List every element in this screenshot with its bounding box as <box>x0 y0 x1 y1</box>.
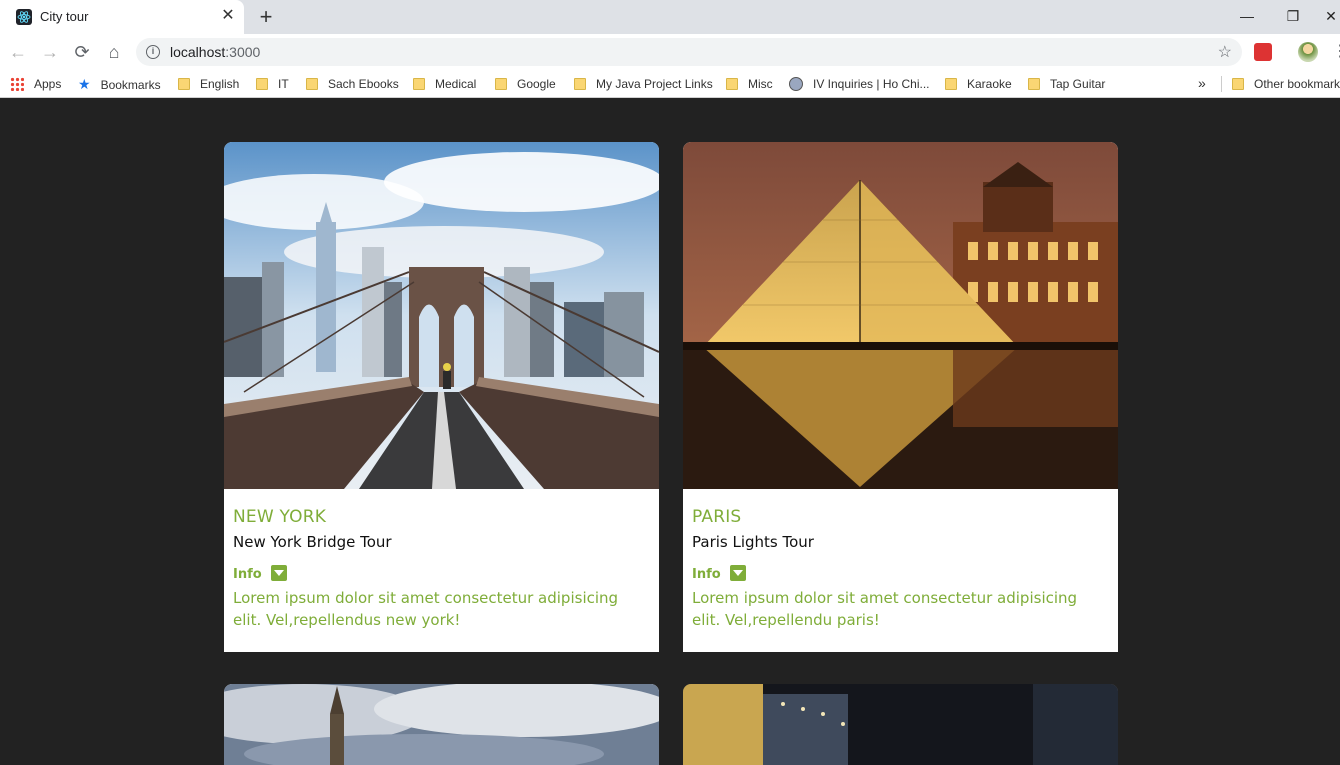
url-host: localhost <box>170 44 226 60</box>
tour-description: Lorem ipsum dolor sit amet consectetur a… <box>233 589 619 629</box>
bookmark-folder[interactable]: My Java Project Links <box>574 76 713 92</box>
folder-icon <box>306 78 318 90</box>
bookmark-label: IT <box>278 77 289 91</box>
tour-card: PARIS Paris Lights Tour Info Lorem ipsum… <box>683 142 1118 652</box>
seal-icon <box>789 77 803 91</box>
tour-card-body: PARIS Paris Lights Tour Info Lorem ipsum… <box>683 489 1118 652</box>
bookmarks-overflow-icon[interactable]: » <box>1198 75 1206 91</box>
url-text[interactable]: localhost:3000 <box>170 44 260 60</box>
tab-strip: City tour ✕ + — ❐ ✕ <box>0 0 1340 34</box>
forward-arrow-icon[interactable]: → <box>38 40 62 64</box>
extension-icon[interactable] <box>1254 43 1272 61</box>
star-icon: ★ <box>78 76 91 92</box>
tour-city: NEW YORK <box>233 507 327 527</box>
close-window-button[interactable]: ✕ <box>1318 4 1340 28</box>
bookmark-apps[interactable]: Apps <box>10 76 61 92</box>
reload-icon[interactable]: ⟳ <box>70 40 94 64</box>
apps-grid-icon <box>10 77 24 91</box>
info-toggle[interactable]: Info <box>233 565 650 583</box>
caret-down-icon[interactable] <box>730 565 746 581</box>
tour-card <box>224 684 659 765</box>
tour-city: PARIS <box>692 507 742 527</box>
tour-image <box>224 142 659 489</box>
tour-image <box>683 684 1118 765</box>
other-bookmarks[interactable]: Other bookmarks <box>1232 76 1340 92</box>
bookmark-star-icon[interactable]: ☆ <box>1218 42 1232 62</box>
bookmarks-divider <box>1221 76 1222 92</box>
tour-name: Paris Lights Tour <box>692 533 814 551</box>
bookmark-label: Apps <box>34 77 62 91</box>
folder-icon <box>413 78 425 90</box>
folder-icon <box>1232 78 1244 90</box>
minimize-button[interactable]: — <box>1234 4 1260 28</box>
bookmark-folder[interactable]: IT <box>256 76 289 92</box>
back-arrow-icon[interactable]: ← <box>6 40 30 64</box>
tour-image <box>683 142 1118 489</box>
bookmark-label: Sach Ebooks <box>328 77 399 91</box>
bookmark-folder[interactable]: Medical <box>413 76 476 92</box>
bookmark-folder[interactable]: Sach Ebooks <box>306 76 399 92</box>
bookmark-folder[interactable]: Misc <box>726 76 773 92</box>
site-info-icon[interactable]: i <box>146 45 160 59</box>
browser-toolbar: ← → ⟳ ⌂ i localhost:3000 ☆ ⋮ <box>0 34 1340 70</box>
tour-name: New York Bridge Tour <box>233 533 392 551</box>
folder-icon <box>1028 78 1040 90</box>
tour-card: NEW YORK New York Bridge Tour Info Lorem… <box>224 142 659 652</box>
folder-icon <box>256 78 268 90</box>
bookmark-label: Karaoke <box>967 77 1012 91</box>
folder-icon <box>178 78 190 90</box>
bookmark-label: IV Inquiries | Ho Chi... <box>813 77 930 91</box>
bookmark-label: Google <box>517 77 556 91</box>
tour-description: Lorem ipsum dolor sit amet consectetur a… <box>692 589 1078 629</box>
folder-icon <box>574 78 586 90</box>
profile-avatar[interactable] <box>1298 42 1318 62</box>
bookmark-folder[interactable]: English <box>178 76 239 92</box>
bookmarks-bar: Apps ★ Bookmarks English IT Sach Ebooks M… <box>0 70 1340 98</box>
tab-title: City tour <box>40 9 89 24</box>
bookmark-folder[interactable]: Google <box>495 76 556 92</box>
folder-icon <box>726 78 738 90</box>
new-tab-button[interactable]: + <box>254 5 278 29</box>
react-favicon-icon <box>16 9 32 25</box>
bookmark-link[interactable]: IV Inquiries | Ho Chi... <box>789 76 930 92</box>
bookmark-folder[interactable]: Karaoke <box>945 76 1012 92</box>
info-label: Info <box>233 567 262 582</box>
bookmark-label: Misc <box>748 77 773 91</box>
folder-icon <box>495 78 507 90</box>
tab-close-icon[interactable]: ✕ <box>218 6 238 26</box>
tour-card-body: NEW YORK New York Bridge Tour Info Lorem… <box>224 489 659 652</box>
restore-button[interactable]: ❐ <box>1280 4 1306 28</box>
tour-card <box>683 684 1118 765</box>
address-bar[interactable]: i localhost:3000 ☆ <box>136 38 1242 66</box>
folder-icon <box>945 78 957 90</box>
bookmark-label: Bookmarks <box>100 78 161 92</box>
bookmark-label: English <box>200 77 240 91</box>
home-icon[interactable]: ⌂ <box>102 40 126 64</box>
bookmark-label: My Java Project Links <box>596 77 713 91</box>
bookmark-label: Medical <box>435 77 477 91</box>
menu-dots-icon[interactable]: ⋮ <box>1332 40 1340 64</box>
tour-list: NEW YORK New York Bridge Tour Info Lorem… <box>0 99 1340 765</box>
url-port: :3000 <box>225 44 261 60</box>
info-label: Info <box>692 567 721 582</box>
bookmark-bookmarks[interactable]: ★ Bookmarks <box>78 76 161 92</box>
caret-down-icon[interactable] <box>271 565 287 581</box>
tour-image <box>224 684 659 765</box>
info-toggle[interactable]: Info <box>692 565 1109 583</box>
bookmark-folder[interactable]: Tap Guitar <box>1028 76 1105 92</box>
browser-tab[interactable]: City tour ✕ <box>0 0 244 34</box>
bookmark-label: Other bookmarks <box>1254 77 1340 91</box>
bookmark-label: Tap Guitar <box>1050 77 1106 91</box>
